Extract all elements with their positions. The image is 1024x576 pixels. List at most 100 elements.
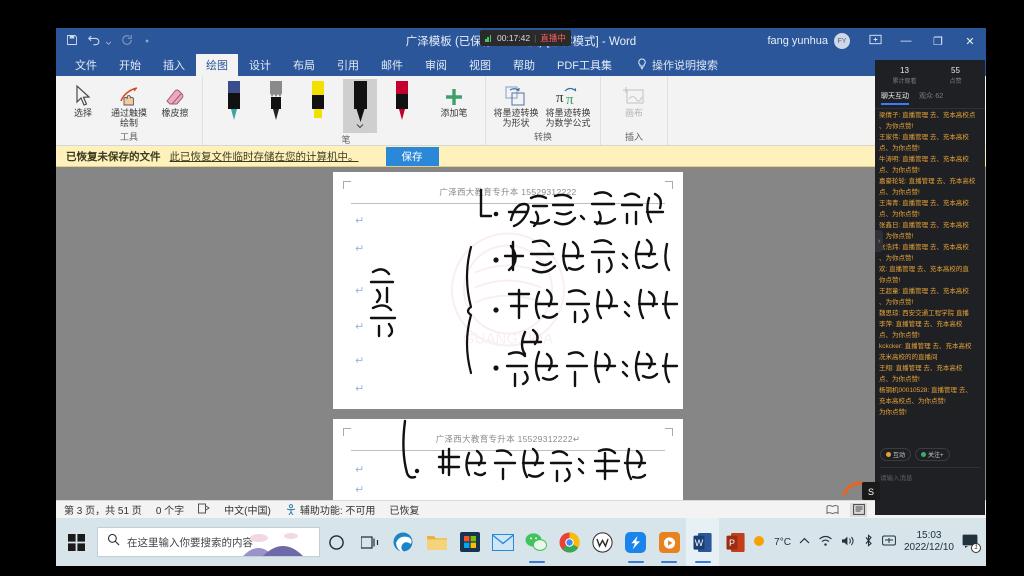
add-pen-button[interactable]: 添加笔 <box>433 79 475 118</box>
highlighter-yellow[interactable] <box>301 79 335 133</box>
pen-black-selected[interactable] <box>343 79 377 133</box>
restore-button[interactable]: ❐ <box>922 28 954 54</box>
tray-time: 15:03 <box>916 530 942 541</box>
tool-draw-with-touch[interactable]: 通过触摸绘制 <box>108 79 150 128</box>
tray-overflow-chevron-icon[interactable] <box>799 537 810 548</box>
tab-references[interactable]: 引用 <box>326 54 370 76</box>
view-read-mode[interactable] <box>824 503 841 517</box>
tab-home[interactable]: 开始 <box>108 54 152 76</box>
clock[interactable]: 15:03 2022/12/10 <box>904 530 954 554</box>
tab-pdf-tools[interactable]: PDF工具集 <box>546 54 623 76</box>
save-button[interactable]: 保存 <box>385 146 439 166</box>
chat-message: 点、为你点赞! <box>879 189 920 196</box>
add-pen-label: 添加笔 <box>440 108 468 118</box>
recovered-file-message-bar: 已恢复未保存的文件 此已恢复文件临时存储在您的计算机中。 保存 <box>56 146 986 167</box>
notification-icon[interactable]: 1 <box>962 534 981 553</box>
dingtalk-icon[interactable] <box>619 518 652 566</box>
chat-message: 点、为你点赞! <box>879 145 920 152</box>
wps-icon[interactable] <box>586 518 619 566</box>
pen-galaxy[interactable] <box>217 79 251 133</box>
letterbox-bottom <box>0 566 1024 576</box>
page-number[interactable]: 第 3 页，共 51 页 <box>64 502 142 517</box>
proofing-icon[interactable] <box>198 503 211 517</box>
tab-file[interactable]: 文件 <box>64 54 108 76</box>
file-explorer-icon[interactable] <box>420 518 453 566</box>
redo-icon[interactable] <box>121 34 133 49</box>
sogou-ime-floating-icon[interactable]: S <box>840 478 882 504</box>
tab-design[interactable]: 设计 <box>238 54 282 76</box>
media-player-icon[interactable] <box>652 518 685 566</box>
more-icon[interactable] <box>143 34 151 48</box>
bluetooth-icon[interactable] <box>863 534 874 550</box>
insert-canvas-button[interactable]: 画布 <box>613 79 655 118</box>
minimize-button[interactable]: — <box>890 28 922 54</box>
ribbon: 选择 通过触摸绘制 橡皮擦 工具 添加笔 笔 将墨迹转换为形状 π π 将墨迹转… <box>56 76 986 146</box>
plus-icon <box>444 81 464 107</box>
wechat-icon[interactable] <box>520 518 553 566</box>
tool-select[interactable]: 选择 <box>62 79 104 118</box>
cortana-icon[interactable] <box>320 518 353 566</box>
tab-insert[interactable]: 插入 <box>152 54 196 76</box>
tab-layout[interactable]: 布局 <box>282 54 326 76</box>
quick-reply-interact[interactable]: 互动 <box>880 448 912 461</box>
chevron-right-icon[interactable]: › <box>875 230 883 252</box>
tab-chat[interactable]: 聊天互动 <box>881 91 909 105</box>
ink-to-shape-button[interactable]: 将墨迹转换为形状 <box>492 79 540 128</box>
tell-me-label: 操作说明搜索 <box>652 60 718 72</box>
tool-eraser[interactable]: 橡皮擦 <box>154 79 196 118</box>
search-input[interactable]: 在这里输入你要搜索的内容 <box>97 527 321 557</box>
accessibility-status[interactable]: 辅助功能: 不可用 <box>285 502 375 517</box>
chat-message: 魏思琼: 西安交通工程学院 直播 <box>879 310 969 317</box>
ime-icon[interactable] <box>882 534 896 550</box>
eraser-icon <box>164 81 186 107</box>
speaker-icon[interactable] <box>841 535 855 550</box>
tab-draw[interactable]: 绘图 <box>196 53 238 77</box>
edge-icon[interactable] <box>387 518 420 566</box>
tell-me-search[interactable]: 操作说明搜索 <box>637 57 718 73</box>
chat-message: 牛涛明: 直播管理 去、充本高校 <box>879 156 969 163</box>
chrome-icon[interactable] <box>553 518 586 566</box>
pencil-gray[interactable] <box>259 79 293 133</box>
language[interactable]: 中文(中国) <box>224 502 271 517</box>
undo-icon[interactable] <box>88 34 112 49</box>
ink-to-math-button[interactable]: ππ 将墨迹转换为数学公式 <box>542 79 594 128</box>
mail-icon[interactable] <box>486 518 519 566</box>
tab-help[interactable]: 帮助 <box>502 54 546 76</box>
paragraph-mark: ↵ <box>355 383 365 395</box>
tab-audience[interactable]: 观众·62 <box>919 91 943 105</box>
document-canvas[interactable]: 广泽西大教育专升本 15529312222 GUANGXIDA ↵ ↵ ↵ ↵ <box>56 167 986 500</box>
view-print-layout[interactable] <box>850 502 868 517</box>
weather-temperature[interactable]: 7°C <box>774 537 791 548</box>
chat-input[interactable]: 请输入消息 <box>880 467 980 482</box>
word-icon[interactable]: W <box>685 518 719 566</box>
wifi-icon[interactable] <box>818 535 833 550</box>
chat-message: 点、为你点赞! <box>879 376 920 383</box>
live-chat-messages[interactable]: 梁倩子: 直播管理 去、充本高校点 、为你点赞! 王家伟: 直播管理 去、充本高… <box>875 109 985 444</box>
tab-review[interactable]: 审阅 <box>414 54 458 76</box>
save-icon[interactable] <box>66 34 78 49</box>
live-views-label: 累计观看 <box>892 79 917 85</box>
sun-icon[interactable] <box>752 534 766 551</box>
touch-draw-icon <box>118 81 140 107</box>
document-page-1[interactable]: 广泽西大教育专升本 15529312222 GUANGXIDA ↵ ↵ ↵ ↵ <box>333 172 683 409</box>
close-button[interactable]: ✕ <box>954 28 986 54</box>
quick-reply-follow[interactable]: 关注+ <box>915 448 950 461</box>
pen-red[interactable] <box>385 79 419 133</box>
tab-mailings[interactable]: 邮件 <box>370 54 414 76</box>
word-count[interactable]: 0 个字 <box>156 502 184 517</box>
lightbulb-icon <box>637 57 647 73</box>
document-page-2[interactable]: 广泽西大教育专升本 15529312222↵ ↵ ↵ <box>333 419 683 500</box>
message-bar-text[interactable]: 此已恢复文件临时存储在您的计算机中。 <box>170 149 359 164</box>
svg-text:GUANGXIDA: GUANGXIDA <box>463 331 553 348</box>
notification-count: 1 <box>971 542 981 553</box>
windows-start-icon[interactable] <box>56 518 97 566</box>
title-bar: 广泽模板 (已保存到此电脑) [兼容模式] - Word 00:17:42 | … <box>56 28 986 54</box>
account[interactable]: fang yunhua FY <box>767 33 860 49</box>
task-view-icon[interactable] <box>353 518 386 566</box>
powerpoint-icon[interactable]: P <box>719 518 752 566</box>
share-icon[interactable] <box>860 33 890 49</box>
live-stat-likes: 55 点赞 <box>930 66 981 85</box>
tab-view[interactable]: 视图 <box>458 54 502 76</box>
microsoft-store-icon[interactable] <box>453 518 486 566</box>
accessibility-icon <box>286 504 296 515</box>
